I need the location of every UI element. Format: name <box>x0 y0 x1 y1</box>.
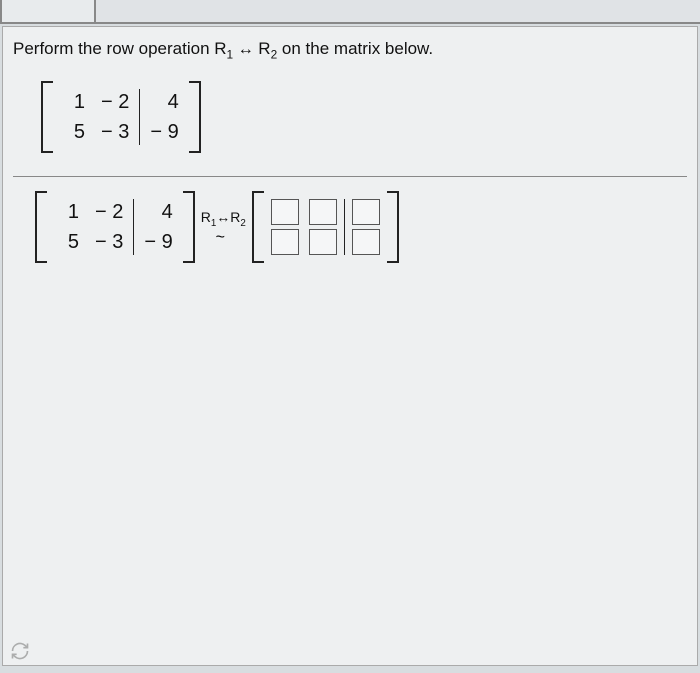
cell: 4 <box>157 87 179 117</box>
augment-bar <box>139 89 140 145</box>
answer-input-r1c3[interactable] <box>352 199 380 225</box>
tilde-symbol: ~ <box>216 229 225 247</box>
cell: − 9 <box>144 227 172 257</box>
matrix-col-2: − 2 − 3 <box>93 87 137 147</box>
bracket-left <box>35 191 45 263</box>
matrix-aug-col: 4 − 9 <box>136 197 180 257</box>
answer-input-r1c2[interactable] <box>309 199 337 225</box>
cell: 5 <box>63 117 85 147</box>
augment-bar <box>133 199 134 255</box>
op-r2-sub: 2 <box>240 218 245 229</box>
answer-aug-col <box>347 197 385 257</box>
instruction-text: Perform the row operation R1 ↔ R2 on the… <box>13 39 687 61</box>
matrix-col-2: − 2 − 3 <box>87 197 131 257</box>
instruction-prefix: Perform the row operation <box>13 39 214 58</box>
answer-matrix <box>252 191 399 263</box>
tab-bar <box>0 0 700 24</box>
op-r2: R <box>230 209 240 225</box>
equation-row: 1 5 − 2 − 3 4 − 9 R1↔R2 ~ <box>35 191 687 263</box>
answer-input-r2c1[interactable] <box>271 229 299 255</box>
cell: − 2 <box>95 197 123 227</box>
answer-col-1 <box>266 197 304 257</box>
matrix-col-1: 1 5 <box>49 197 87 257</box>
bracket-right <box>185 191 195 263</box>
op-r1: R <box>214 39 226 58</box>
op-r2: R <box>258 39 270 58</box>
bracket-right <box>389 191 399 263</box>
answer-input-r2c3[interactable] <box>352 229 380 255</box>
given-matrix: 1 5 − 2 − 3 4 − 9 <box>41 81 687 158</box>
cell: 4 <box>151 197 173 227</box>
op-arrow: ↔ <box>233 40 258 58</box>
cell: − 2 <box>101 87 129 117</box>
equation-left-matrix: 1 5 − 2 − 3 4 − 9 <box>35 191 195 263</box>
cell: − 3 <box>101 117 129 147</box>
row-op-label: R1↔R2 <box>201 207 246 229</box>
swap-arrow-icon: ↔ <box>216 209 230 225</box>
answer-input-r2c2[interactable] <box>309 229 337 255</box>
answer-input-r1c1[interactable] <box>271 199 299 225</box>
refresh-icon[interactable] <box>10 641 30 661</box>
cell: − 3 <box>95 227 123 257</box>
answer-col-2 <box>304 197 342 257</box>
op-r1: R <box>201 209 211 225</box>
bracket-right <box>191 81 201 153</box>
cell: 1 <box>63 87 85 117</box>
bracket-left <box>41 81 51 153</box>
cell: − 9 <box>150 117 178 147</box>
tab-stub[interactable] <box>0 0 96 22</box>
matrix-aug-col: 4 − 9 <box>142 87 186 147</box>
question-panel: Perform the row operation R1 ↔ R2 on the… <box>2 26 698 666</box>
operation-column: R1↔R2 ~ <box>195 207 252 247</box>
cell: 5 <box>57 227 79 257</box>
augment-bar <box>344 199 345 255</box>
cell: 1 <box>57 197 79 227</box>
matrix-col-1: 1 5 <box>55 87 93 147</box>
divider <box>13 176 687 177</box>
bracket-left <box>252 191 262 263</box>
instruction-suffix: on the matrix below. <box>277 39 433 58</box>
